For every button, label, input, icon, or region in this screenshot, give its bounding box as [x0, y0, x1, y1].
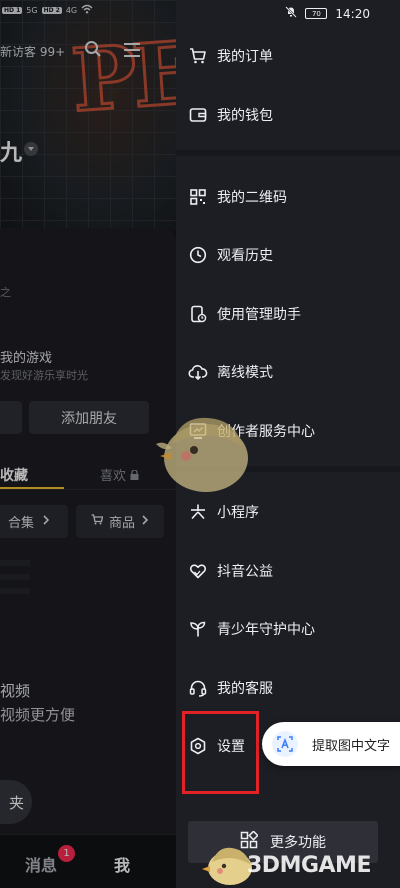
menu-label: 我的订单	[217, 49, 273, 65]
menu-label: 离线模式	[217, 365, 273, 381]
battery-indicator: 70	[305, 8, 328, 19]
watermark-text: 3DMGAME	[247, 853, 371, 878]
status-bar-right: 70 14:20	[285, 6, 370, 21]
menu-my-qrcode[interactable]: 我的二维码	[188, 182, 388, 212]
cloud-download-icon	[188, 362, 208, 382]
menu-label: 抖音公益	[217, 564, 273, 580]
menu-customer-service[interactable]: 我的客服	[188, 673, 388, 703]
cart-icon	[188, 46, 208, 66]
menu-charity[interactable]: 抖音公益	[188, 556, 388, 586]
menu-label: 我的客服	[217, 681, 273, 697]
menu-offline-mode[interactable]: 离线模式	[188, 357, 388, 387]
extract-text-label: 提取图中文字	[312, 738, 391, 754]
menu-label: 观看历史	[217, 248, 273, 264]
mute-icon	[285, 6, 298, 21]
extract-text-button[interactable]: 提取图中文字	[262, 722, 400, 766]
qr-code-icon	[188, 187, 208, 207]
watermark-mascot-logo	[150, 404, 254, 496]
wallet-icon	[188, 105, 208, 125]
headset-icon	[188, 678, 208, 698]
menu-youth-protection[interactable]: 青少年守护中心	[188, 614, 388, 644]
menu-usage-assistant[interactable]: 使用管理助手	[188, 299, 388, 329]
heart-hands-icon	[188, 561, 208, 581]
menu-divider	[176, 150, 400, 156]
menu-label: 使用管理助手	[217, 307, 301, 323]
menu-label: 我的二维码	[217, 190, 287, 206]
menu-label: 青少年守护中心	[217, 622, 315, 638]
asterisk-icon	[188, 502, 208, 522]
menu-label: 我的钱包	[217, 108, 273, 124]
clock-icon	[188, 245, 208, 265]
menu-label: 小程序	[217, 505, 259, 521]
menu-mini-programs[interactable]: 小程序	[188, 497, 388, 527]
clock-time: 14:20	[335, 6, 370, 21]
menu-my-wallet[interactable]: 我的钱包	[188, 100, 388, 130]
settings-highlight-box	[182, 711, 259, 794]
menu-my-orders[interactable]: 我的订单	[188, 41, 388, 71]
menu-watch-history[interactable]: 观看历史	[188, 240, 388, 270]
phone-timer-icon	[188, 304, 208, 324]
ocr-icon	[272, 731, 298, 757]
sprout-icon	[188, 619, 208, 639]
